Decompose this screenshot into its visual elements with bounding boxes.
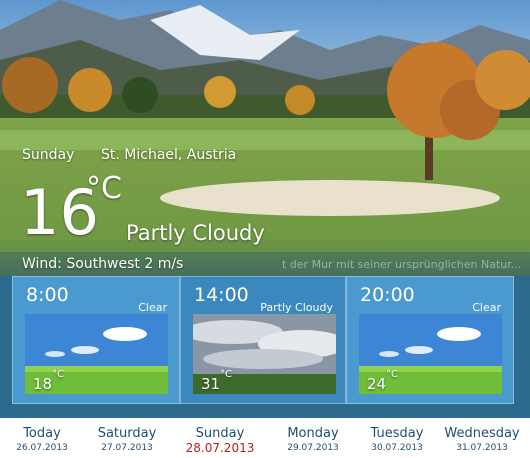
- forecast-temperature: 18: [33, 375, 53, 393]
- current-day-label: Sunday: [22, 147, 75, 163]
- day-name: Saturday: [97, 426, 157, 441]
- day-date: 31.07.2013: [456, 443, 508, 453]
- day-date: 26.07.2013: [16, 443, 68, 453]
- forecast-slot-evening[interactable]: 20:00 Clear 24 °C: [346, 276, 514, 404]
- forecast-condition: Clear: [138, 301, 167, 314]
- forecast-unit: °C: [52, 369, 64, 380]
- day-name: Wednesday: [444, 426, 520, 441]
- day-date: 27.07.2013: [101, 443, 153, 453]
- forecast-unit: °C: [386, 369, 398, 380]
- forecast-time: 14:00: [194, 284, 249, 306]
- day-name: Today: [23, 426, 61, 441]
- day-date: 30.07.2013: [371, 443, 423, 453]
- day-tab-saturday[interactable]: Saturday 27.07.2013: [92, 426, 162, 454]
- day-tab-wednesday[interactable]: Wednesday 31.07.2013: [438, 426, 526, 454]
- forecast-time: 20:00: [360, 284, 415, 306]
- temperature-unit: °C: [86, 171, 122, 206]
- weather-app: Sunday St. Michael, Austria 16 °C Partly…: [0, 0, 530, 458]
- location-label: St. Michael, Austria: [101, 147, 237, 163]
- forecast-condition: Partly Cloudy: [260, 301, 333, 314]
- day-name: Tuesday: [370, 426, 424, 441]
- current-condition: Partly Cloudy: [126, 221, 265, 245]
- day-tab-today[interactable]: Today 26.07.2013: [12, 426, 72, 454]
- day-selector: Today 26.07.2013 Saturday 27.07.2013 Sun…: [0, 418, 530, 458]
- forecast-temperature: 24: [367, 375, 387, 393]
- day-tab-tuesday[interactable]: Tuesday 30.07.2013: [362, 426, 432, 454]
- forecast-condition: Clear: [472, 301, 501, 314]
- hourly-forecast-panel: 8:00 Clear 18 °C 14:00 Partly Cloudy 31 …: [0, 276, 530, 418]
- day-name: Monday: [287, 426, 339, 441]
- day-date: 29.07.2013: [287, 443, 339, 453]
- day-tab-sunday[interactable]: Sunday 28.07.2013: [182, 426, 258, 454]
- wind-info: Wind: Southwest 2 m/s: [22, 256, 184, 272]
- forecast-unit: °C: [220, 369, 232, 380]
- day-tab-monday[interactable]: Monday 29.07.2013: [278, 426, 348, 454]
- forecast-slot-morning[interactable]: 8:00 Clear 18 °C: [12, 276, 180, 404]
- forecast-temperature: 31: [201, 375, 221, 393]
- day-name: Sunday: [195, 426, 245, 441]
- news-ticker[interactable]: t der Mur mit seiner ursprünglichen Natu…: [282, 258, 521, 271]
- day-date: 28.07.2013: [185, 441, 255, 455]
- forecast-time: 8:00: [26, 284, 69, 306]
- forecast-slot-afternoon[interactable]: 14:00 Partly Cloudy 31 °C: [180, 276, 346, 404]
